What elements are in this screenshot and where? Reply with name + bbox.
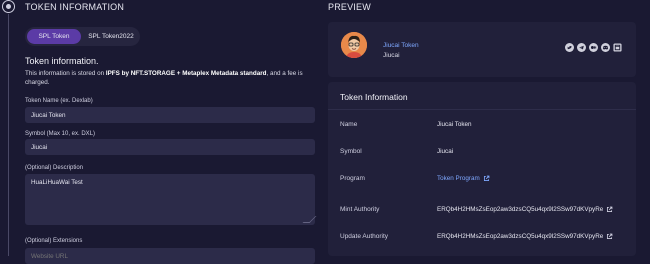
info-title: Token information. [25,56,99,66]
symbol-label: Symbol (Max 10, ex. DXL) [25,131,96,137]
tab-spl-token[interactable]: SPL Token [27,29,81,44]
discord-icon[interactable] [601,43,610,52]
external-link-icon[interactable] [606,206,613,213]
token-program-link[interactable]: Token Program [437,175,480,182]
info-description: This information is stored on IPFS by NF… [25,69,317,87]
token-name-label: Token Name (ex. Dexlab) [25,98,93,104]
info-desc-prefix: This information is stored on [25,70,106,77]
step-line [8,14,9,256]
avatar-image-icon [341,32,367,58]
card-divider [328,109,636,110]
telegram-icon[interactable] [577,43,586,52]
step-indicator-dot [6,4,11,9]
website-url-input[interactable] [25,248,315,264]
external-link-icon[interactable] [483,175,490,182]
medium-icon[interactable] [589,43,598,52]
row-value-update-authority: ERQb4H2HMsZsEop2aw3dzsCQ5u4qx9l2SSw97dKV… [437,233,613,240]
row-key-mint-authority: Mint Authority [340,206,380,213]
preview-token-name[interactable]: Jiucai Token [383,42,419,49]
avatar [341,32,367,58]
preview-token-symbol: Jiucai [383,52,400,59]
token-information-title: Token Information [340,92,408,102]
tab-spl-token2022[interactable]: SPL Token2022 [83,29,139,44]
row-key-name: Name [340,121,358,128]
token-name-input[interactable] [25,107,315,123]
extensions-label: (Optional) Extensions [25,238,83,244]
section-title-preview: PREVIEW [328,2,371,12]
description-textarea[interactable]: HuaLiHuaWai Test [25,174,315,225]
row-key-symbol: Symbol [340,148,362,155]
external-link-icon[interactable] [606,233,613,240]
mint-authority-address: ERQb4H2HMsZsEop2aw3dzsCQ5u4qx9l2SSw97dKV… [437,206,604,214]
token-type-tabs: SPL Token SPL Token2022 [25,27,140,46]
row-value-name: Jiucai Token [437,121,472,128]
section-title-token-information: TOKEN INFORMATION [25,2,125,12]
row-key-program: Program [340,175,365,182]
row-value-mint-authority: ERQb4H2HMsZsEop2aw3dzsCQ5u4qx9l2SSw97dKV… [437,206,613,213]
row-value-symbol: Jiucai [437,148,454,155]
row-value-program: Token Program [437,175,490,182]
symbol-input[interactable] [25,139,315,155]
info-desc-storage: IPFS by NFT.STORAGE + Metaplex Metadata … [105,70,267,77]
row-key-update-authority: Update Authority [340,233,389,240]
twitter-icon[interactable] [565,43,574,52]
website-icon[interactable] [613,43,622,52]
description-label: (Optional) Description [25,165,84,171]
update-authority-address: ERQb4H2HMsZsEop2aw3dzsCQ5u4qx9l2SSw97dKV… [437,233,604,241]
